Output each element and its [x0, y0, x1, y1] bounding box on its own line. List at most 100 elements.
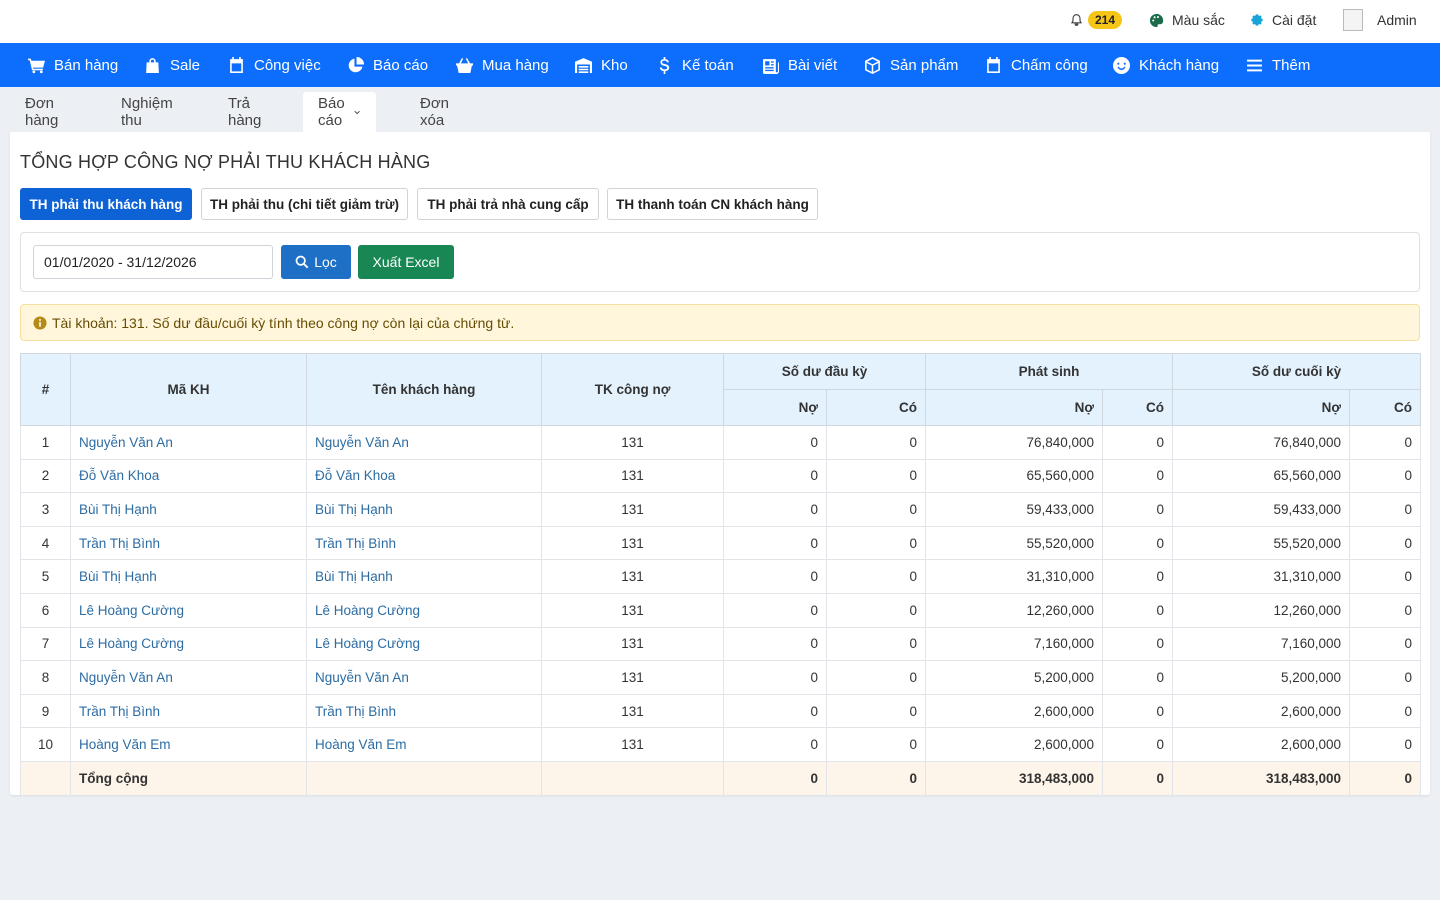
- filter-box: Lọc Xuất Excel: [20, 232, 1420, 292]
- customer-code-link[interactable]: Nguyễn Văn An: [70, 425, 307, 460]
- tab-label: Báo cáo: [318, 95, 345, 129]
- movement-debit-cell: 65,560,000: [925, 458, 1104, 494]
- customer-code-link[interactable]: Lê Hoàng Cường: [70, 592, 307, 628]
- movement-credit-cell: 0: [1102, 559, 1174, 594]
- table-row: 10 Hoàng Văn Em Hoàng Văn Em 131 0 0 2,600,000…: [20, 727, 1422, 762]
- nav-item-khach-hang[interactable]: Khách hàng: [1113, 43, 1219, 87]
- movement-credit-cell: 0: [1102, 492, 1174, 527]
- closing-credit-cell: 0: [1349, 559, 1422, 594]
- receivable-table: # Mã KH Tên khách hàng TK công nợ Số dư …: [20, 353, 1422, 796]
- nav-item-bao-cao[interactable]: Báo cáo: [347, 43, 428, 87]
- nav-item-mua-hang[interactable]: Mua hàng: [456, 43, 549, 87]
- tab-don-hang[interactable]: Đơn hàng: [10, 92, 73, 132]
- movement-debit-cell: 59,433,000: [925, 492, 1104, 527]
- nav-item-ban-hang[interactable]: Bán hàng: [28, 43, 118, 87]
- opening-credit-cell: 0: [825, 626, 927, 662]
- closing-credit-cell: 0: [1349, 626, 1422, 662]
- bag-icon: [146, 57, 159, 73]
- customer-name-link[interactable]: Trần Thị Bình: [306, 693, 542, 729]
- customer-code-link[interactable]: Đỗ Văn Khoa: [70, 458, 307, 494]
- customer-name-link[interactable]: Trần Thị Bình: [306, 525, 542, 561]
- menu-icon: [1247, 59, 1262, 71]
- report-tab-customer-payment[interactable]: TH thanh toán CN khách hàng: [607, 188, 818, 220]
- customer-code-link[interactable]: Trần Thị Bình: [70, 693, 307, 729]
- notification-count-badge: 214: [1088, 11, 1123, 29]
- filter-button-label: Lọc: [314, 254, 337, 270]
- nav-item-bai-viet[interactable]: Bài viết: [762, 43, 837, 87]
- customer-code-link[interactable]: Bùi Thị Hạnh: [70, 492, 307, 527]
- closing-debit-cell: 2,600,000: [1172, 727, 1351, 762]
- report-tab-receivable-detail[interactable]: TH phải thu (chi tiết giảm trừ): [201, 188, 408, 220]
- tab-bao-cao[interactable]: Báo cáo: [303, 92, 376, 132]
- customer-name-link[interactable]: Bùi Thị Hạnh: [306, 492, 542, 527]
- nav-item-label: Báo cáo: [373, 56, 429, 74]
- customer-name-link[interactable]: Nguyễn Văn An: [306, 425, 542, 460]
- table-row: 4 Trần Thị Bình Trần Thị Bình 131 0 0 55,520,0…: [20, 525, 1422, 561]
- date-range-input[interactable]: [33, 245, 273, 279]
- info-icon: [33, 315, 47, 330]
- opening-debit-cell: 0: [723, 425, 827, 460]
- tab-nghiem-thu[interactable]: Nghiệm thu: [106, 92, 188, 132]
- nav-item-label: Mua hàng: [482, 56, 549, 74]
- opening-debit-cell: 0: [723, 525, 827, 561]
- calendar-icon: [230, 56, 243, 73]
- account-cell: 131: [541, 660, 724, 695]
- customer-name-link[interactable]: Lê Hoàng Cường: [306, 626, 542, 662]
- movement-credit-cell: 0: [1102, 425, 1174, 460]
- nav-item-sale[interactable]: Sale: [144, 43, 200, 87]
- customer-name-link[interactable]: Lê Hoàng Cường: [306, 592, 542, 628]
- nav-item-ke-toan[interactable]: Kế toán: [656, 43, 734, 87]
- report-tab-payable-supplier[interactable]: TH phải trả nhà cung cấp: [417, 188, 599, 220]
- tab-don-xoa[interactable]: Đơn xóa: [405, 92, 464, 132]
- alert-text: Tài khoản: 131. Số dư đầu/cuối kỳ tính t…: [52, 314, 515, 331]
- customer-name-link[interactable]: Bùi Thị Hạnh: [306, 559, 542, 594]
- table-body: 1 Nguyễn Văn An Nguyễn Văn An 131 0 0 76,840,0…: [20, 425, 1422, 796]
- opening-credit-cell: 0: [825, 458, 927, 494]
- customer-code-link[interactable]: Bùi Thị Hạnh: [70, 559, 307, 594]
- nav-item-label: Khách hàng: [1139, 56, 1220, 74]
- account-cell: 131: [541, 592, 724, 628]
- nav-item-cong-viec[interactable]: Công việc: [228, 43, 321, 87]
- table-row: 1 Nguyễn Văn An Nguyễn Văn An 131 0 0 76,840,0…: [20, 425, 1422, 460]
- customer-name-link[interactable]: Nguyễn Văn An: [306, 660, 542, 695]
- total-empty-cell: [541, 760, 724, 796]
- closing-debit-cell: 2,600,000: [1172, 693, 1351, 729]
- nav-item-them[interactable]: Thêm: [1246, 43, 1310, 87]
- nav-item-san-pham[interactable]: Sản phẩm: [864, 43, 958, 87]
- opening-credit-cell: 0: [825, 592, 927, 628]
- nav-item-cham-cong[interactable]: Chấm công: [985, 43, 1088, 87]
- nav-item-kho[interactable]: Kho: [575, 43, 628, 87]
- customer-code-link[interactable]: Nguyễn Văn An: [70, 660, 307, 695]
- avatar: [1343, 9, 1363, 31]
- customer-name-link[interactable]: Hoàng Văn Em: [306, 727, 542, 762]
- info-alert: Tài khoản: 131. Số dư đầu/cuối kỳ tính t…: [20, 304, 1420, 341]
- export-excel-button[interactable]: Xuất Excel: [358, 245, 454, 279]
- col-header-account: TK công nợ: [541, 353, 724, 426]
- movement-debit-cell: 55,520,000: [925, 525, 1104, 561]
- opening-debit-cell: 0: [723, 693, 827, 729]
- top-bar: 214 Màu sắc Cài đặt Admin: [0, 0, 1440, 43]
- color-theme-button[interactable]: Màu sắc: [1149, 0, 1225, 40]
- opening-credit-cell: 0: [825, 660, 927, 695]
- report-tab-receivable-summary[interactable]: TH phải thu khách hàng: [20, 188, 192, 220]
- row-index: 4: [20, 525, 71, 561]
- closing-debit-cell: 65,560,000: [1172, 458, 1351, 494]
- settings-button[interactable]: Cài đặt: [1250, 0, 1316, 40]
- customer-code-link[interactable]: Trần Thị Bình: [70, 525, 307, 561]
- opening-debit-cell: 0: [723, 492, 827, 527]
- closing-credit-cell: 0: [1349, 693, 1422, 729]
- basket-icon: [456, 57, 473, 73]
- page-title: TỔNG HỢP CÔNG NỢ PHẢI THU KHÁCH HÀNG: [20, 152, 431, 172]
- opening-credit-cell: 0: [825, 727, 927, 762]
- customer-name-link[interactable]: Đỗ Văn Khoa: [306, 458, 542, 494]
- notification-button[interactable]: 214: [1070, 0, 1123, 40]
- customer-code-link[interactable]: Lê Hoàng Cường: [70, 626, 307, 662]
- col-header-closing: Số dư cuối kỳ: [1172, 353, 1422, 390]
- customer-code-link[interactable]: Hoàng Văn Em: [70, 727, 307, 762]
- row-index: 2: [20, 458, 71, 494]
- tab-tra-hang[interactable]: Trả hàng: [213, 92, 276, 132]
- movement-debit-cell: 2,600,000: [925, 727, 1104, 762]
- filter-button[interactable]: Lọc: [281, 245, 351, 279]
- newspaper-icon: [763, 58, 779, 74]
- user-menu[interactable]: Admin: [1343, 0, 1417, 40]
